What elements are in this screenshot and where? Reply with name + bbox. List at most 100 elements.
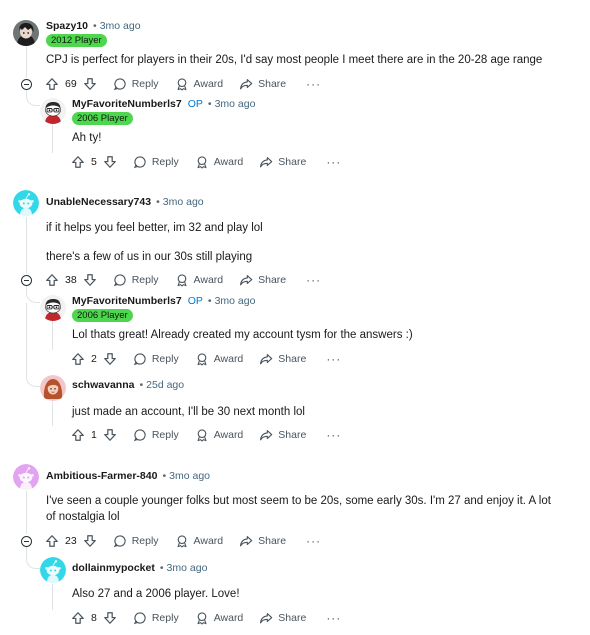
op-badge: OP (187, 98, 203, 110)
comment-actions: 8 Reply Award Share ··· (71, 610, 341, 626)
reply-button[interactable]: Reply (133, 428, 179, 442)
timestamp[interactable]: 3mo ago (215, 98, 256, 110)
more-options-button[interactable]: ··· (326, 155, 341, 169)
share-button[interactable]: Share (259, 611, 306, 625)
collapse-thread-button[interactable] (21, 79, 32, 90)
vote-count: 23 (65, 535, 77, 547)
share-button[interactable]: Share (259, 428, 306, 442)
award-button[interactable]: Award (195, 352, 243, 366)
upvote-button[interactable] (45, 77, 59, 91)
thread-line (26, 303, 27, 373)
downvote-button[interactable] (83, 534, 97, 548)
award-button[interactable]: Award (195, 155, 243, 169)
share-label: Share (258, 274, 287, 286)
more-options-button[interactable]: ··· (326, 611, 341, 625)
comment-header: Spazy10 • 3mo ago (46, 19, 141, 33)
share-button[interactable]: Share (239, 273, 286, 287)
award-button[interactable]: Award (195, 611, 243, 625)
comment-actions: 69 Reply Award Share ··· (45, 76, 321, 92)
comment-body: Lol thats great! Already created my acco… (72, 329, 413, 341)
username[interactable]: UnableNecessary743 (46, 196, 151, 208)
downvote-button[interactable] (83, 273, 97, 287)
award-icon (195, 352, 209, 366)
reply-button[interactable]: Reply (133, 352, 179, 366)
more-options-button[interactable]: ··· (306, 273, 321, 287)
award-button[interactable]: Award (175, 273, 224, 287)
award-icon (195, 428, 209, 442)
avatar[interactable] (13, 190, 39, 216)
woman-avatar-icon (40, 375, 66, 401)
downvote-button[interactable] (103, 428, 117, 442)
comment-body: if it helps you feel better, im 32 and p… (46, 222, 263, 234)
username[interactable]: dollainmypocket (72, 562, 155, 574)
avatar[interactable] (13, 464, 39, 490)
more-options-button[interactable]: ··· (326, 352, 341, 366)
upvote-button[interactable] (45, 273, 59, 287)
timestamp[interactable]: 3mo ago (167, 562, 208, 574)
timestamp[interactable]: 3mo ago (215, 295, 256, 307)
upvote-button[interactable] (71, 611, 85, 625)
timestamp[interactable]: 3mo ago (163, 196, 204, 208)
upvote-button[interactable] (45, 534, 59, 548)
op-badge: OP (187, 295, 203, 307)
award-icon (175, 77, 189, 91)
share-icon (239, 273, 253, 287)
reply-button[interactable]: Reply (133, 611, 179, 625)
collapse-thread-button[interactable] (21, 275, 32, 286)
snoo-glasses-avatar-icon (40, 295, 66, 321)
award-label: Award (193, 274, 224, 286)
thread-line (26, 491, 27, 534)
avatar[interactable] (40, 295, 66, 321)
username[interactable]: schwavanna (72, 379, 134, 391)
award-label: Award (193, 78, 224, 90)
more-options-button[interactable]: ··· (306, 534, 321, 548)
share-label: Share (278, 429, 307, 441)
upvote-button[interactable] (71, 428, 85, 442)
comment-actions: 38 Reply Award Share ··· (45, 272, 321, 288)
downvote-icon (103, 428, 117, 442)
downvote-button[interactable] (103, 155, 117, 169)
award-button[interactable]: Award (175, 534, 224, 548)
upvote-button[interactable] (71, 155, 85, 169)
downvote-button[interactable] (103, 352, 117, 366)
avatar[interactable] (40, 98, 66, 124)
avatar[interactable] (13, 20, 39, 46)
award-button[interactable]: Award (195, 428, 243, 442)
username[interactable]: Ambitious-Farmer-840 (46, 470, 157, 482)
reply-button[interactable]: Reply (113, 273, 159, 287)
upvote-button[interactable] (71, 352, 85, 366)
downvote-button[interactable] (83, 77, 97, 91)
avatar[interactable] (40, 557, 66, 583)
timestamp[interactable]: 3mo ago (100, 20, 141, 32)
comment-header: UnableNecessary743 • 3mo ago (46, 195, 204, 209)
share-button[interactable]: Share (259, 155, 306, 169)
avatar[interactable] (40, 375, 66, 401)
timestamp[interactable]: 3mo ago (169, 470, 210, 482)
username[interactable]: MyFavoriteNumberls7 (72, 98, 182, 110)
reply-icon (133, 611, 147, 625)
share-button[interactable]: Share (259, 352, 306, 366)
thread-branch (26, 547, 40, 569)
award-button[interactable]: Award (175, 77, 224, 91)
comment-body: CPJ is perfect for players in their 20s,… (46, 54, 543, 66)
award-label: Award (193, 535, 224, 547)
user-flair: 2012 Player (46, 34, 107, 47)
share-button[interactable]: Share (239, 534, 286, 548)
username[interactable]: MyFavoriteNumberls7 (72, 295, 182, 307)
share-label: Share (278, 156, 307, 168)
collapse-thread-button[interactable] (21, 536, 32, 547)
reply-button[interactable]: Reply (113, 77, 159, 91)
username[interactable]: Spazy10 (46, 20, 88, 32)
reply-icon (133, 155, 147, 169)
comment-body: I've seen a couple younger folks but mos… (46, 495, 551, 523)
more-options-button[interactable]: ··· (306, 77, 321, 91)
share-button[interactable]: Share (239, 77, 286, 91)
downvote-button[interactable] (103, 611, 117, 625)
timestamp[interactable]: 25d ago (146, 379, 184, 391)
comment-body-paragraph: there's a few of us in our 30s still pla… (46, 251, 253, 263)
thread-line (52, 123, 53, 153)
comment-header: dollainmypocket • 3mo ago (72, 561, 207, 575)
reply-button[interactable]: Reply (133, 155, 179, 169)
reply-button[interactable]: Reply (113, 534, 159, 548)
more-options-button[interactable]: ··· (326, 428, 341, 442)
